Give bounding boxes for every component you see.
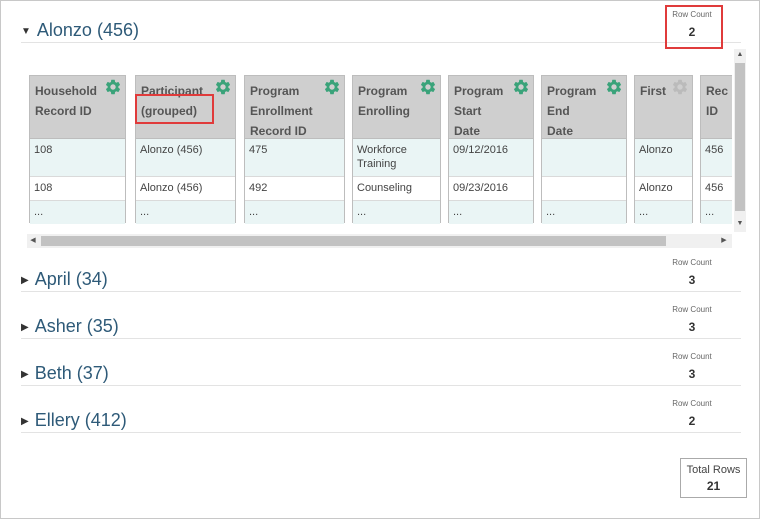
gear-icon[interactable] [214, 78, 232, 96]
column-program-enrollment-record-id: Program Enrollment Record ID 475 492 ... [244, 75, 345, 224]
scroll-left-icon[interactable]: ◀ [27, 235, 39, 247]
column-program-start-date: Program Start Date 09/12/2016 09/23/2016… [448, 75, 534, 224]
grid-cell: Alonzo [635, 139, 692, 177]
report-frame: ▼ Alonzo (456) Row Count 2 Household Reco… [0, 0, 760, 519]
column-header-label: Program Start Date [454, 84, 504, 138]
grid-cell: ... [245, 201, 344, 224]
total-rows-label: Total Rows [686, 464, 741, 476]
gear-icon[interactable] [323, 78, 341, 96]
caret-right-icon[interactable]: ▶ [21, 416, 29, 427]
group-title-asher[interactable]: ▶ Asher (35) [21, 316, 119, 337]
group-row-count: Row Count 3 [657, 258, 727, 287]
column-program-enrolling: Program Enrolling Workforce Training Cou… [352, 75, 441, 224]
caret-right-icon[interactable]: ▶ [21, 369, 29, 380]
scroll-down-icon[interactable]: ▼ [734, 218, 746, 230]
scroll-right-icon[interactable]: ▶ [718, 235, 730, 247]
horizontal-scrollbar[interactable]: ◀ ▶ [27, 234, 732, 248]
row-count-label: Row Count [672, 399, 712, 408]
gear-icon-disabled [672, 79, 688, 95]
grid-cell: 456 [701, 177, 732, 201]
group-row-count: Row Count 3 [657, 305, 727, 334]
group-title-ellery[interactable]: ▶ Ellery (412) [21, 410, 127, 431]
row-count-label: Row Count [672, 305, 712, 314]
grid-cell: ... [30, 201, 125, 224]
column-header[interactable]: Program End Date [542, 76, 626, 139]
grid-cell: ... [635, 201, 692, 224]
scroll-up-icon[interactable]: ▲ [734, 49, 746, 61]
column-header-label: Rec ID [706, 84, 729, 118]
row-count-value: 3 [688, 320, 696, 334]
group-row-count: Row Count 3 [657, 352, 727, 381]
group-name: Asher (35) [34, 316, 119, 336]
grid-cell: Alonzo (456) [136, 177, 235, 201]
grid-cell: 475 [245, 139, 344, 177]
group-title-alonzo[interactable]: ▼ Alonzo (456) [21, 20, 139, 41]
grid-cell [542, 177, 626, 201]
group-title-april[interactable]: ▶ April (34) [21, 269, 108, 290]
group-header-ellery[interactable]: ▶ Ellery (412) [21, 410, 741, 433]
column-household-record-id: Household Record ID 108 108 ... [29, 75, 126, 224]
group-header-alonzo[interactable]: ▼ Alonzo (456) [21, 20, 741, 43]
row-count-highlight [665, 5, 723, 49]
row-count-label: Row Count [672, 352, 712, 361]
column-header[interactable]: Program Enrollment Record ID [245, 76, 344, 139]
row-count-value: 2 [688, 414, 696, 428]
group-row-count: Row Count 2 [657, 399, 727, 428]
column-header[interactable]: Rec ID [701, 76, 732, 139]
grid-cell: Alonzo (456) [136, 139, 235, 177]
horizontal-scroll-thumb[interactable] [41, 236, 666, 246]
row-count-label: Row Count [672, 258, 712, 267]
gear-icon[interactable] [512, 78, 530, 96]
caret-right-icon[interactable]: ▶ [21, 322, 29, 333]
column-first: First Alonzo Alonzo ... [634, 75, 693, 224]
grid-cell: Workforce Training [353, 139, 440, 177]
column-header-label: First [640, 84, 667, 98]
column-program-end-date: Program End Date ... [541, 75, 627, 224]
grid-cell: 492 [245, 177, 344, 201]
caret-right-icon[interactable]: ▶ [21, 275, 29, 286]
column-header[interactable]: First [635, 76, 692, 139]
column-header[interactable]: Program Enrolling [353, 76, 440, 139]
vertical-scrollbar[interactable]: ▲ ▼ [734, 49, 746, 232]
vertical-scroll-thumb[interactable] [735, 63, 745, 211]
group-name: Ellery (412) [34, 410, 127, 430]
gear-icon[interactable] [419, 78, 437, 96]
group-header-asher[interactable]: ▶ Asher (35) [21, 316, 741, 339]
grid-cell: 108 [30, 139, 125, 177]
grid-cell: Counseling [353, 177, 440, 201]
row-count-value: 3 [688, 273, 696, 287]
caret-down-icon[interactable]: ▼ [21, 26, 31, 37]
grid-cell: ... [136, 201, 235, 224]
total-rows-value: 21 [706, 479, 721, 493]
gear-icon[interactable] [104, 78, 122, 96]
grid-cell: ... [542, 201, 626, 224]
grid-cell: ... [449, 201, 533, 224]
column-header[interactable]: Household Record ID [30, 76, 125, 139]
group-name: April (34) [34, 269, 108, 289]
column-header-label: Program Enrolling [358, 84, 410, 118]
column-header-label: Program Enrollment Record ID [250, 84, 313, 138]
column-record-id: Rec ID 456 456 ... [700, 75, 732, 224]
column-header-label: Household Record ID [35, 84, 97, 118]
group-name: Beth (37) [34, 363, 109, 383]
grid-cell: 456 [701, 139, 732, 177]
group-name: Alonzo (456) [36, 20, 139, 40]
row-count-value: 3 [688, 367, 696, 381]
column-header-label: Program End Date [547, 84, 597, 138]
grouped-highlight [135, 94, 214, 124]
grid-cell: 108 [30, 177, 125, 201]
grid-cell: Alonzo [635, 177, 692, 201]
group-header-april[interactable]: ▶ April (34) [21, 269, 741, 292]
grid-cell: 09/23/2016 [449, 177, 533, 201]
grid-cell: 09/12/2016 [449, 139, 533, 177]
total-rows-box: Total Rows 21 [680, 458, 747, 498]
grid-cell [542, 139, 626, 177]
grid-cell: ... [353, 201, 440, 224]
grid-cell: ... [701, 201, 732, 224]
group-title-beth[interactable]: ▶ Beth (37) [21, 363, 109, 384]
group-header-beth[interactable]: ▶ Beth (37) [21, 363, 741, 386]
gear-icon[interactable] [605, 78, 623, 96]
column-header[interactable]: Program Start Date [449, 76, 533, 139]
